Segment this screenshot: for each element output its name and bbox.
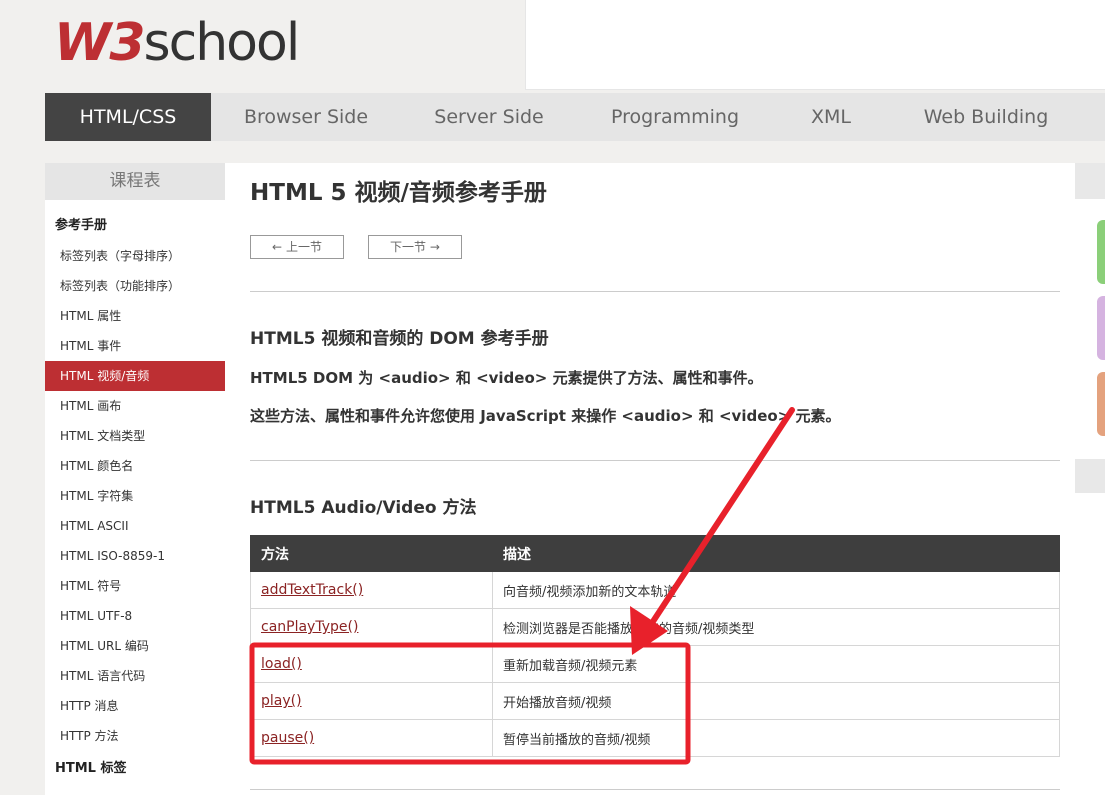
rail-tab-purple[interactable] (1097, 296, 1105, 360)
nav-item-programming[interactable]: Programming (577, 93, 773, 141)
method-description: 检测浏览器是否能播放指定的音频/视频类型 (492, 608, 1060, 646)
method-description: 开始播放音频/视频 (492, 682, 1060, 720)
method-link[interactable]: addTextTrack() (261, 582, 363, 598)
sidebar-item[interactable]: HTML 字符集 (45, 481, 225, 511)
method-cell: play() (250, 682, 493, 720)
intro-paragraph-1: HTML5 DOM 为 <audio> 和 <video> 元素提供了方法、属性… (250, 369, 763, 387)
methods-table: 方法 描述 addTextTrack() 向音频/视频添加新的文本轨道 canPla… (250, 535, 1060, 757)
method-cell: addTextTrack() (250, 571, 493, 609)
sidebar-item-list: 标签列表（字母排序） 标签列表（功能排序） HTML 属性 HTML 事件 HTML 视… (45, 241, 225, 751)
table-body: addTextTrack() 向音频/视频添加新的文本轨道 canPlayType(… (250, 571, 1060, 757)
divider (250, 460, 1060, 461)
method-link[interactable]: play() (261, 693, 302, 709)
sidebar-item[interactable]: 标签列表（字母排序） (45, 241, 225, 271)
next-page-button[interactable]: 下一节 → (368, 235, 462, 259)
method-description: 暂停当前播放的音频/视频 (492, 719, 1060, 757)
method-link[interactable]: load() (261, 656, 302, 672)
section-title-methods: HTML5 Audio/Video 方法 (250, 498, 477, 518)
table-header-row: 方法 描述 (250, 535, 1060, 572)
method-description: 向音频/视频添加新的文本轨道 (492, 571, 1060, 609)
nav-item-web-building[interactable]: Web Building (889, 93, 1083, 141)
rail-tab-green[interactable] (1097, 220, 1105, 284)
nav-item-server-side[interactable]: Server Side (401, 93, 577, 141)
method-cell: load() (250, 645, 493, 683)
header-ad-panel (525, 0, 1105, 90)
next-page-label: 下一节 (390, 240, 427, 254)
method-cell: pause() (250, 719, 493, 757)
page-title: HTML 5 视频/音频参考手册 (250, 180, 547, 206)
arrow-right-icon: → (429, 240, 440, 254)
sidebar-item[interactable]: HTML ISO-8859-1 (45, 541, 225, 571)
nav-item-xml[interactable]: XML (773, 93, 889, 141)
method-cell: canPlayType() (250, 608, 493, 646)
top-navigation: HTML/CSS Browser Side Server Side Programmi… (45, 93, 1105, 141)
sidebar-item[interactable]: HTML 语言代码 (45, 661, 225, 691)
sidebar-group-html-tags: HTML 标签 (55, 761, 127, 776)
sidebar-item[interactable]: HTML 符号 (45, 571, 225, 601)
rail-tab-orange[interactable] (1097, 372, 1105, 436)
table-row: pause() 暂停当前播放的音频/视频 (250, 719, 1060, 757)
sidebar-item[interactable]: HTML 事件 (45, 331, 225, 361)
prev-page-label: 上一节 (285, 240, 322, 254)
divider (250, 789, 1060, 790)
nav-item-html-css[interactable]: HTML/CSS (45, 93, 211, 141)
sidebar-item[interactable]: HTML 颜色名 (45, 451, 225, 481)
method-link[interactable]: canPlayType() (261, 619, 358, 635)
sidebar-item[interactable]: HTTP 消息 (45, 691, 225, 721)
sidebar-item[interactable]: HTML 视频/音频 (45, 361, 225, 391)
column-header-description: 描述 (492, 535, 1060, 572)
prev-page-button[interactable]: ← 上一节 (250, 235, 344, 259)
sidebar-title: 课程表 (45, 163, 225, 200)
logo-school: school (143, 13, 301, 73)
sidebar-item[interactable]: HTML 文档类型 (45, 421, 225, 451)
method-description: 重新加载音频/视频元素 (492, 645, 1060, 683)
method-link[interactable]: pause() (261, 730, 314, 746)
site-header: W3school (0, 0, 1105, 92)
sidebar-group-reference: 参考手册 (55, 218, 108, 233)
logo-w3: W3 (54, 13, 146, 73)
rail-header (1075, 163, 1105, 199)
sidebar-item[interactable]: HTML 画布 (45, 391, 225, 421)
main-content: HTML 5 视频/音频参考手册 ← 上一节 下一节 → HTML5 视频和音频… (225, 163, 1075, 795)
table-row: load() 重新加载音频/视频元素 (250, 645, 1060, 683)
sidebar-item[interactable]: HTML URL 编码 (45, 631, 225, 661)
rail-header (1075, 459, 1105, 493)
site-logo[interactable]: W3school (54, 8, 301, 78)
nav-item-browser-side[interactable]: Browser Side (211, 93, 401, 141)
table-row: canPlayType() 检测浏览器是否能播放指定的音频/视频类型 (250, 608, 1060, 646)
intro-paragraph-2: 这些方法、属性和事件允许您使用 JavaScript 来操作 <audio> 和… (250, 407, 841, 425)
sidebar-item[interactable]: HTML UTF-8 (45, 601, 225, 631)
right-rail (1075, 163, 1105, 795)
sidebar-item[interactable]: HTML ASCII (45, 511, 225, 541)
sidebar: 课程表 参考手册 标签列表（字母排序） 标签列表（功能排序） HTML 属性 HTML… (45, 163, 225, 795)
divider (250, 291, 1060, 292)
table-row: play() 开始播放音频/视频 (250, 682, 1060, 720)
column-header-method: 方法 (250, 535, 493, 572)
section-title-dom-reference: HTML5 视频和音频的 DOM 参考手册 (250, 329, 549, 349)
sidebar-item[interactable]: HTML 属性 (45, 301, 225, 331)
table-row: addTextTrack() 向音频/视频添加新的文本轨道 (250, 571, 1060, 609)
sidebar-item[interactable]: 标签列表（功能排序） (45, 271, 225, 301)
arrow-left-icon: ← (272, 240, 283, 254)
sidebar-item[interactable]: HTTP 方法 (45, 721, 225, 751)
